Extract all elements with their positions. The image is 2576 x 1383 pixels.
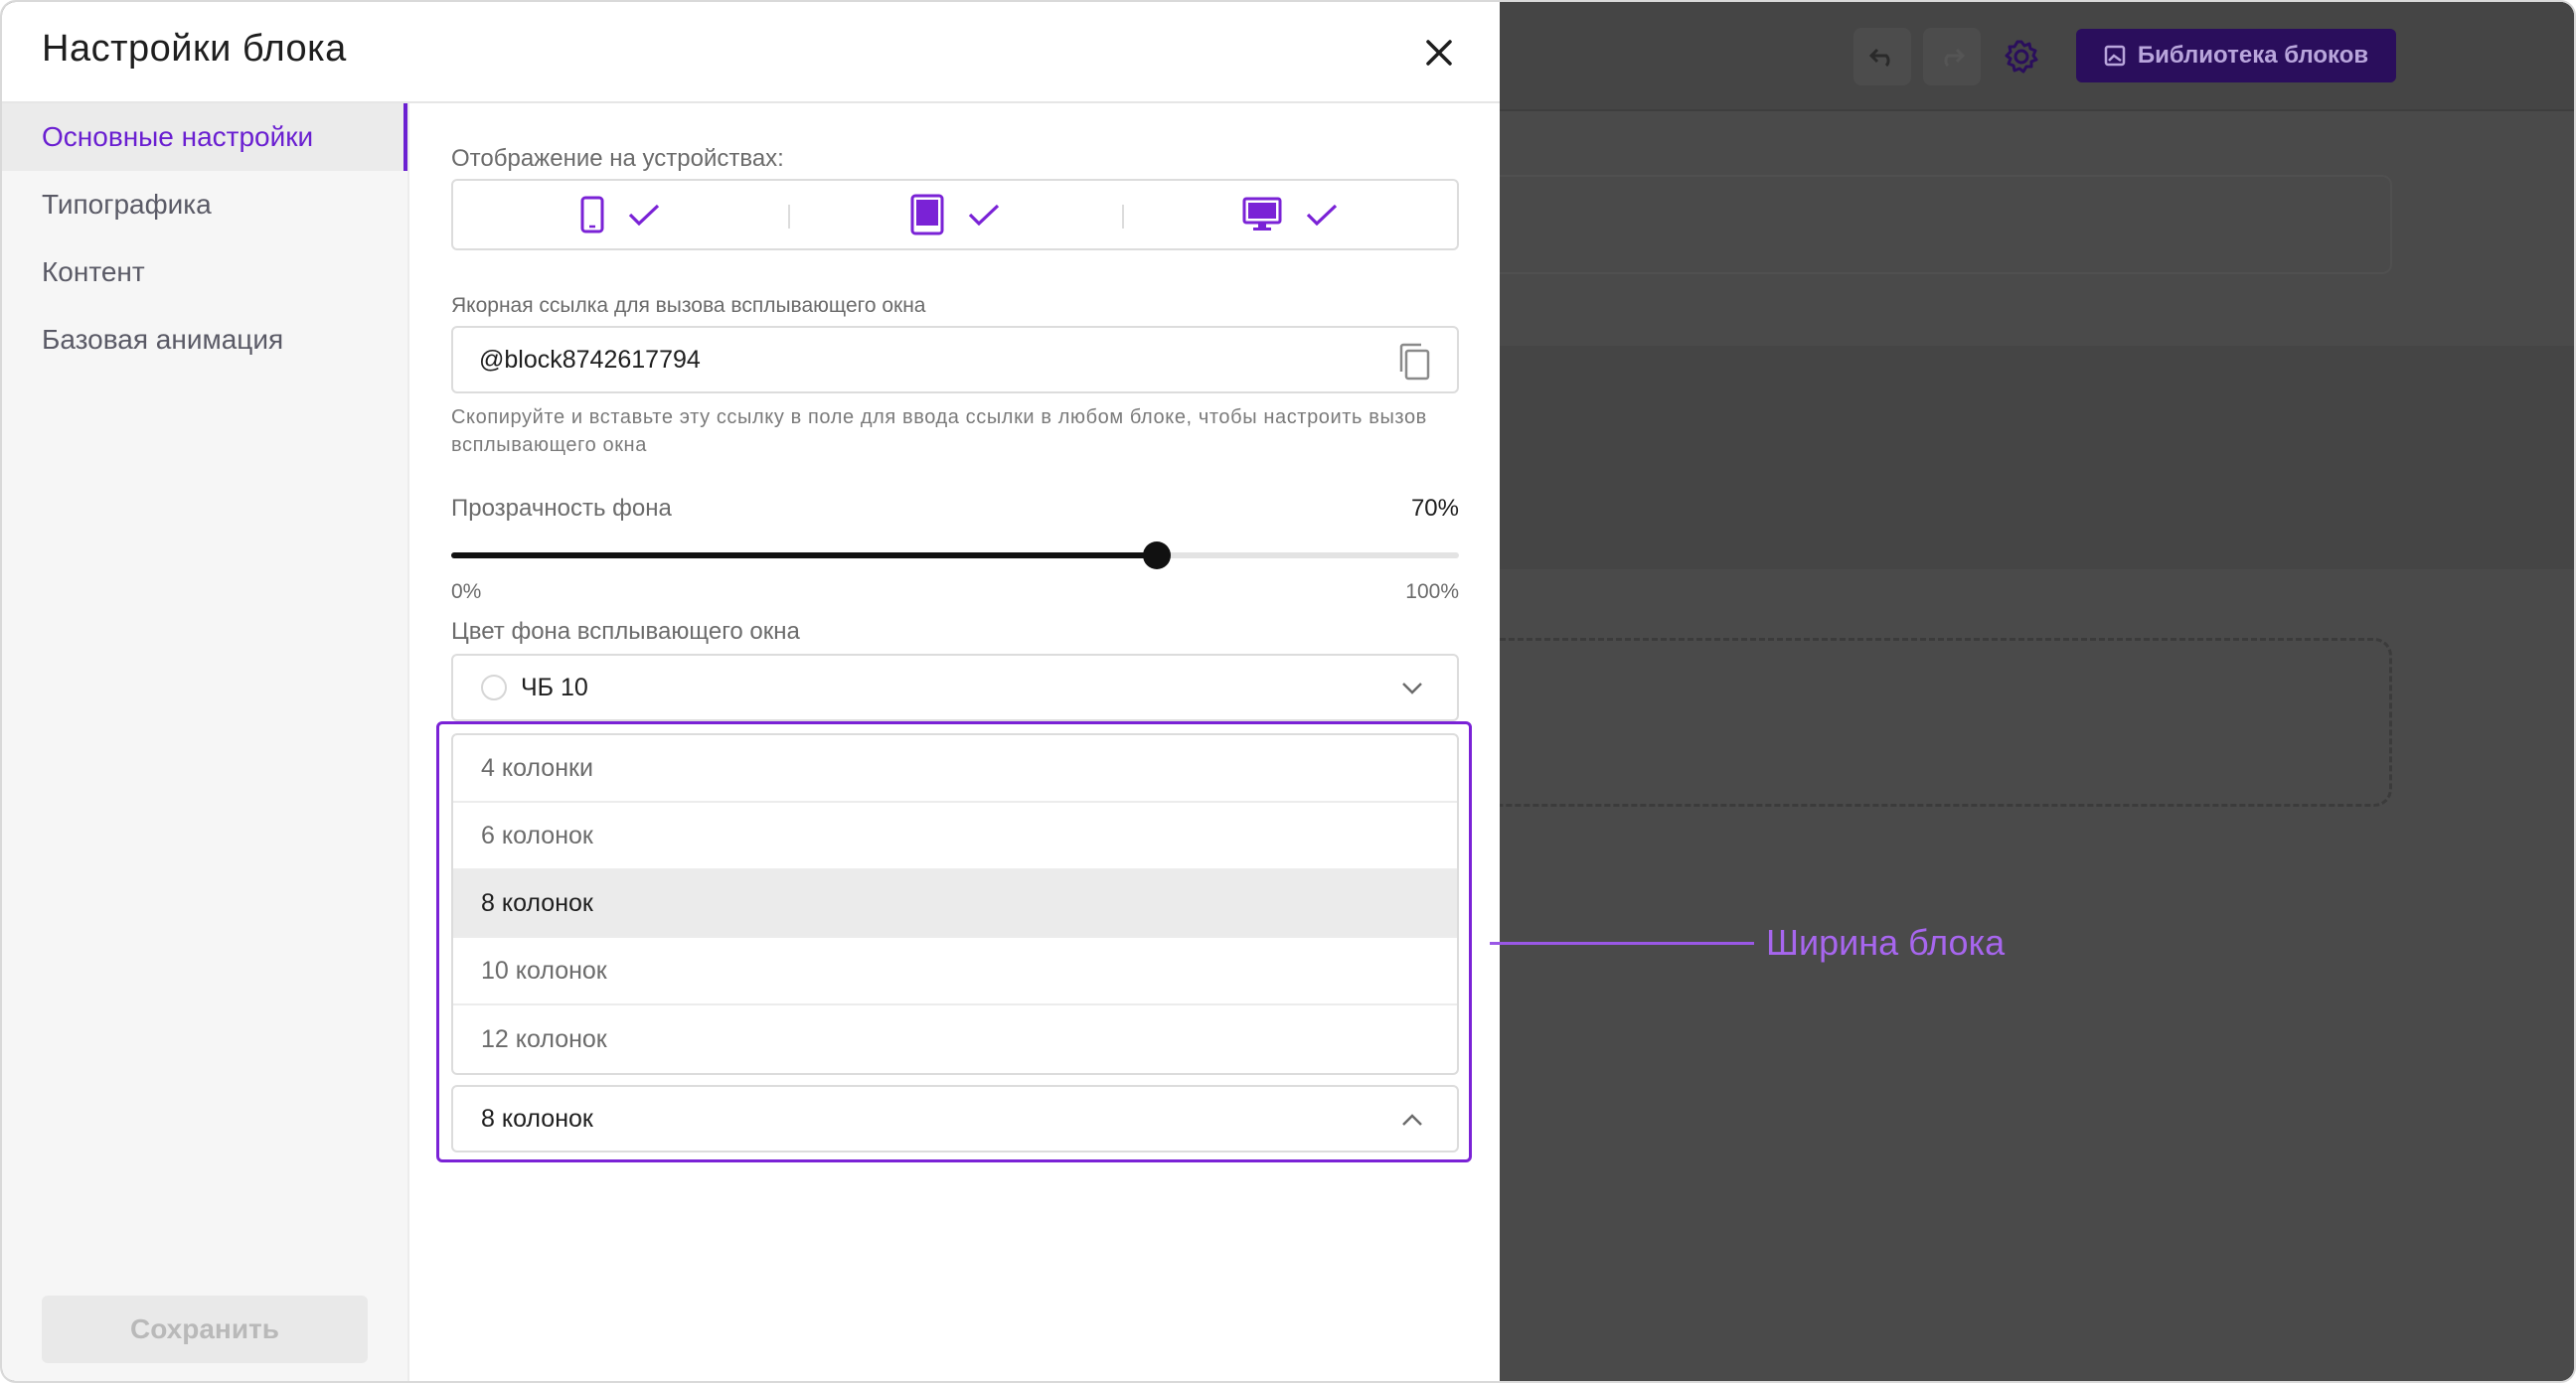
opacity-slider[interactable]: [451, 541, 1459, 569]
callout-label: Ширина блока: [1766, 922, 2006, 963]
redo-button[interactable]: [1923, 28, 1981, 85]
width-option[interactable]: 12 колонок: [453, 1005, 1457, 1073]
sidebar-item-main-settings[interactable]: Основные настройки: [2, 103, 407, 171]
settings-content: Отображение на устройствах: Якорная ссыл…: [409, 103, 1500, 1381]
redo-icon: [1944, 48, 1966, 68]
width-value: 8 колонок: [481, 1104, 593, 1133]
close-button[interactable]: [1418, 32, 1460, 74]
anchor-label: Якорная ссылка для вызова всплывающего о…: [451, 294, 926, 317]
callout-line: [1490, 942, 1754, 945]
devices-label: Отображение на устройствах:: [451, 145, 784, 172]
width-option[interactable]: 6 колонок: [453, 803, 1457, 870]
editor-dropzone: [1500, 638, 2392, 807]
block-library-label: Библиотека блоков: [2137, 42, 2369, 69]
width-option[interactable]: 8 колонок: [453, 870, 1457, 938]
app-frame: Библиотека блоков Настройки блока Основн…: [0, 0, 2576, 1383]
editor-field: [1500, 175, 2392, 274]
copy-button[interactable]: [1397, 342, 1431, 388]
opacity-label: Прозрачность фона: [451, 495, 672, 522]
width-options-list: 4 колонки 6 колонок 8 колонок 10 колонок…: [451, 733, 1459, 1075]
save-button[interactable]: Сохранить: [42, 1296, 368, 1363]
desktop-icon: [1242, 197, 1282, 230]
block-library-button[interactable]: Библиотека блоков: [2076, 29, 2396, 82]
modal-header: Настройки блока: [2, 2, 1500, 103]
image-icon: [2104, 45, 2126, 67]
check-icon: [968, 204, 1000, 226]
width-option[interactable]: 4 колонки: [453, 735, 1457, 803]
opacity-max-label: 100%: [1405, 580, 1459, 603]
color-swatch: [481, 675, 507, 700]
anchor-hint: Скопируйте и вставьте эту ссылку в поле …: [451, 406, 1427, 456]
device-toggle-desktop[interactable]: [1122, 181, 1457, 248]
check-icon: [629, 204, 660, 226]
close-icon: [1426, 40, 1452, 66]
chevron-down-icon: [1402, 683, 1422, 694]
editor-toolbar: Библиотека блоков: [1500, 2, 2574, 111]
sidebar-item-content[interactable]: Контент: [2, 238, 407, 306]
device-toggle-mobile[interactable]: [453, 181, 788, 248]
check-icon: [1306, 204, 1337, 226]
editor-background: Библиотека блоков: [1500, 2, 2574, 1381]
anchor-link-value: @block8742617794: [479, 345, 701, 374]
undo-icon: [1868, 48, 1890, 68]
editor-section: [1500, 346, 2574, 569]
sidebar-item-base-animation[interactable]: Базовая анимация: [2, 306, 407, 374]
undo-button[interactable]: [1853, 28, 1911, 85]
bg-color-label: Цвет фона всплывающего окна: [451, 618, 800, 645]
gear-icon: [2005, 40, 2038, 74]
sidebar-item-typography[interactable]: Типографика: [2, 171, 407, 238]
bg-color-value: ЧБ 10: [521, 673, 588, 701]
width-select[interactable]: 8 колонок: [451, 1085, 1459, 1152]
settings-sidebar: Основные настройки Типографика Контент Б…: [2, 103, 409, 1381]
modal-title: Настройки блока: [42, 28, 347, 70]
copy-icon: [1399, 343, 1430, 381]
opacity-min-label: 0%: [451, 580, 482, 603]
bg-color-select[interactable]: ЧБ 10: [451, 654, 1459, 721]
device-toggle-tablet[interactable]: [787, 181, 1123, 248]
smartphone-icon: [580, 196, 604, 233]
opacity-value: 70%: [1410, 495, 1459, 522]
anchor-link-field[interactable]: @block8742617794: [451, 326, 1459, 393]
settings-button[interactable]: [1993, 28, 2050, 85]
chevron-up-icon: [1402, 1114, 1422, 1126]
width-option[interactable]: 10 колонок: [453, 938, 1457, 1005]
opacity-slider-thumb[interactable]: [1142, 541, 1171, 569]
device-visibility-group: [451, 179, 1459, 250]
opacity-slider-fill: [451, 552, 1157, 558]
block-settings-modal: Настройки блока Основные настройки Типог…: [2, 2, 1500, 1381]
tablet-icon: [910, 194, 944, 235]
